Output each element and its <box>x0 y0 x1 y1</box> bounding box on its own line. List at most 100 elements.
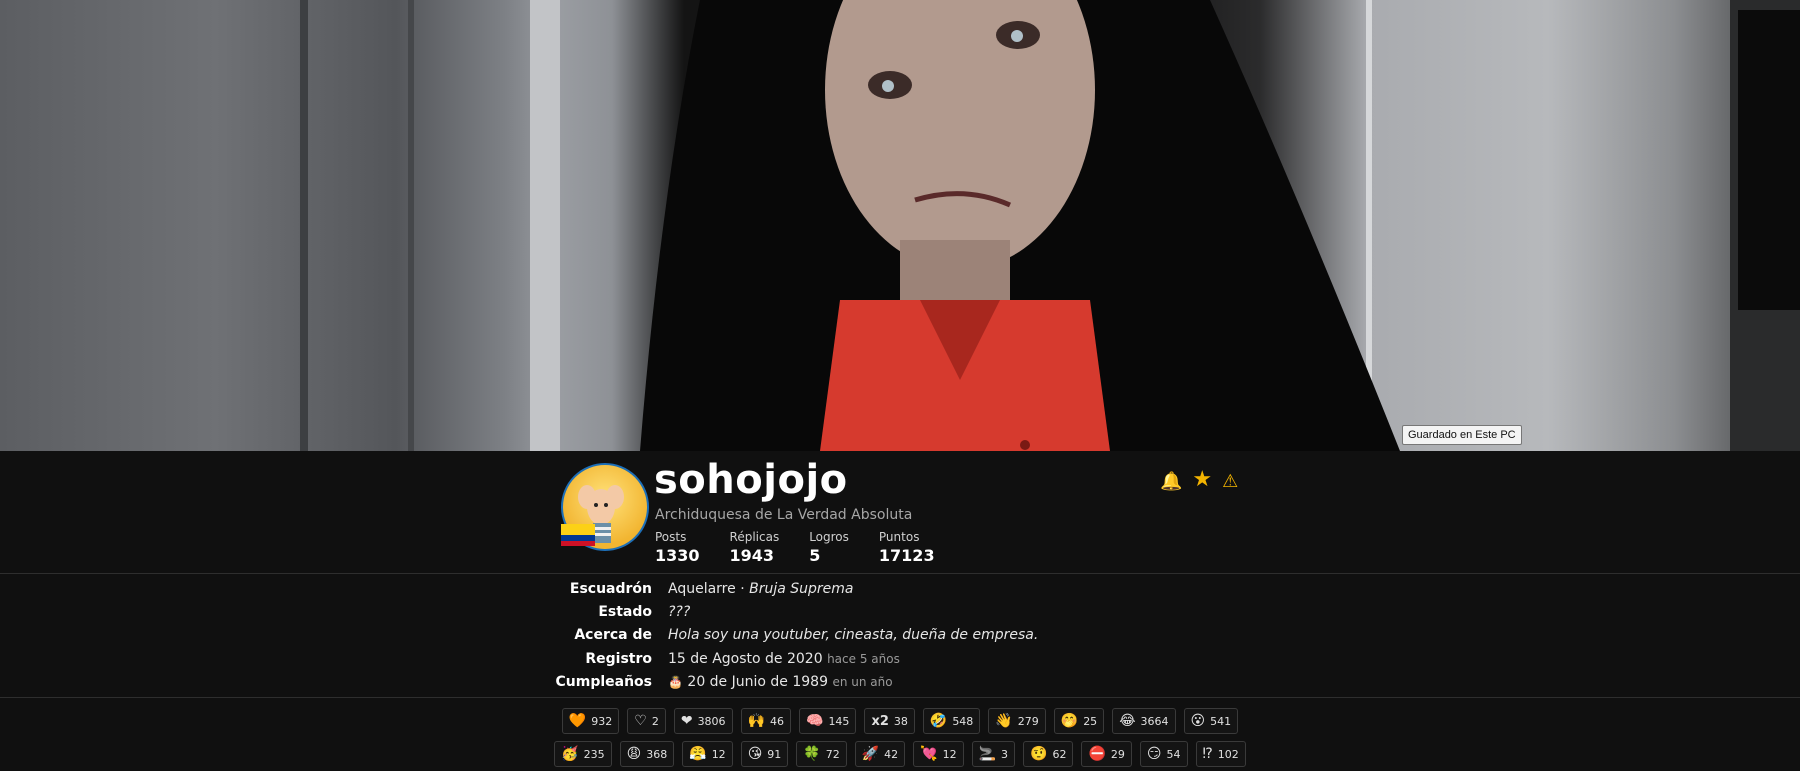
rofl-icon: 🤣 <box>929 713 948 729</box>
reaction-chip[interactable]: 🚀 42 <box>854 741 906 767</box>
registro-date: 15 de Agosto de 2020 <box>668 651 823 667</box>
smirk-icon: 😏 <box>1146 746 1162 762</box>
stat-value: 17123 <box>878 546 935 565</box>
astonished-icon: 😮 <box>1190 713 1206 729</box>
reaction-count: 235 <box>583 747 605 761</box>
reactions-row-1: 🧡 932 ♡ 2 ❤ 3806 🙌 46 🧠 145 x2 38 🤣 548 👋 279 🤭 25 😂 3664 😮 5… <box>0 708 1800 734</box>
reaction-chip[interactable]: ♡ 2 <box>627 708 666 734</box>
reaction-chip[interactable]: ⛔ 29 <box>1081 741 1132 767</box>
reaction-chip[interactable]: x2 38 <box>864 708 915 734</box>
reaction-chip[interactable]: 😮 541 <box>1183 708 1239 734</box>
reaction-chip[interactable]: 👋 279 <box>988 708 1046 734</box>
username: sohojojo <box>654 457 848 503</box>
reaction-chip[interactable]: 🤨 62 <box>1023 741 1074 767</box>
no-entry-icon: ⛔ <box>1088 746 1106 762</box>
reaction-count: 42 <box>884 747 899 761</box>
profile-info: Escuadrón Aquelarre · Bruja Suprema Esta… <box>0 574 1800 698</box>
kiss-face-icon: 😘 <box>747 746 763 762</box>
reaction-chip[interactable]: 😏 54 <box>1139 741 1188 767</box>
birthday-date: 20 de Junio de 1989 <box>687 674 828 690</box>
stat-puntos[interactable]: Puntos 17123 <box>879 530 935 565</box>
reaction-count: 548 <box>952 714 974 728</box>
banner-image <box>300 0 1800 451</box>
reaction-count: 46 <box>770 714 784 728</box>
user-title: Archiduquesa de La Verdad Absoluta <box>655 507 913 523</box>
reaction-chip[interactable]: 🚬 3 <box>971 741 1016 767</box>
flag-stripe-yellow <box>561 524 595 535</box>
reaction-count: 29 <box>1110 747 1125 761</box>
brain-icon: 🧠 <box>806 713 824 729</box>
birthday-relative: en un año <box>832 675 893 689</box>
reaction-chip[interactable]: 🥳 235 <box>554 741 612 767</box>
huffing-face-icon: 😤 <box>689 746 707 762</box>
x2-icon: x2 <box>871 713 889 729</box>
reaction-chip[interactable]: 🧠 145 <box>799 708 857 734</box>
squad-rank: Bruja Suprema <box>749 581 854 597</box>
reaction-chip[interactable]: 😤 12 <box>682 741 733 767</box>
info-value: Hola soy una youtuber, cineasta, dueña d… <box>668 627 1039 643</box>
bell-icon[interactable]: 🔔 <box>1160 471 1182 492</box>
star-icon[interactable]: ★ <box>1192 469 1212 492</box>
reaction-chip[interactable]: ❤ 3806 <box>673 708 733 734</box>
heart-arrow-icon: 💘 <box>920 746 938 762</box>
red-heart-icon: ❤ <box>680 713 693 729</box>
stats-bar: Posts 1330 Réplicas 1943 Logros 5 Puntos… <box>655 530 965 565</box>
stat-label: Puntos <box>878 530 920 544</box>
profile-header: sohojojo Archiduquesa de La Verdad Absol… <box>0 451 1800 574</box>
reaction-count: 62 <box>1052 747 1067 761</box>
reaction-chip[interactable]: 🤭 25 <box>1053 708 1105 734</box>
profile-banner: Guardado en Este PC <box>0 0 1800 451</box>
stat-value: 1943 <box>729 546 775 565</box>
stat-posts[interactable]: Posts 1330 <box>655 530 700 565</box>
stat-value: 5 <box>809 546 821 565</box>
reaction-chip[interactable]: 🤣 548 <box>922 708 981 734</box>
reaction-count: 102 <box>1217 747 1239 761</box>
reaction-chip[interactable]: 🍀 72 <box>796 741 847 767</box>
hand-over-mouth-icon: 🤭 <box>1060 713 1079 729</box>
info-label: Cumpleaños <box>555 674 652 690</box>
warning-icon[interactable]: ⚠ <box>1222 471 1238 492</box>
reaction-chip[interactable]: ⁉ 102 <box>1195 741 1246 767</box>
country-flag-icon <box>561 524 595 546</box>
stat-label: Posts <box>655 530 687 544</box>
reaction-chip[interactable]: 🧡 932 <box>561 708 620 734</box>
reaction-chip[interactable]: 💘 12 <box>913 741 964 767</box>
reaction-count: 541 <box>1210 714 1232 728</box>
reaction-count: 368 <box>646 747 668 761</box>
clover-icon: 🍀 <box>803 746 821 762</box>
stat-label: Logros <box>809 530 849 544</box>
saved-tooltip: Guardado en Este PC <box>1402 425 1522 445</box>
cigarette-icon: 🚬 <box>978 746 997 762</box>
stat-label: Réplicas <box>729 530 780 544</box>
flag-stripe-red <box>561 540 595 546</box>
raised-hands-icon: 🙌 <box>747 713 765 729</box>
reaction-chip[interactable]: 😘 91 <box>740 741 789 767</box>
weary-face-icon: 😩 <box>626 746 642 762</box>
raised-eyebrow-icon: 🤨 <box>1030 746 1048 762</box>
info-label: Estado <box>598 604 652 620</box>
squad-name[interactable]: Aquelarre · <box>668 581 745 597</box>
reaction-count: 54 <box>1166 747 1181 761</box>
reaction-chip[interactable]: 😩 368 <box>619 741 675 767</box>
reaction-count: 3664 <box>1140 714 1169 728</box>
reaction-count: 279 <box>1017 714 1039 728</box>
stat-value: 1330 <box>655 546 700 565</box>
stat-replicas[interactable]: Réplicas 1943 <box>730 530 780 565</box>
reactions-row-2: 🥳 235 😩 368 😤 12 😘 91 🍀 72 🚀 42 💘 12 🚬 3 🤨 62 ⛔ 29 😏 54 ⁉ 102 <box>0 741 1800 767</box>
registro-ago: hace 5 años <box>827 652 900 666</box>
profile-actions: 🔔 ★ ⚠ <box>1160 469 1238 493</box>
heart-outline-icon: ♡ <box>634 713 647 729</box>
rocket-icon: 🚀 <box>861 746 880 762</box>
orange-heart-icon: 🧡 <box>568 713 587 729</box>
reaction-chip[interactable]: 🙌 46 <box>740 708 791 734</box>
waving-hand-icon: 👋 <box>995 713 1013 729</box>
info-value: Aquelarre · Bruja Suprema <box>668 581 854 597</box>
reaction-count: 2 <box>651 714 659 728</box>
info-value: 🎂 20 de Junio de 1989 en un año <box>668 674 893 690</box>
stat-logros[interactable]: Logros 5 <box>809 530 849 565</box>
info-value: 15 de Agosto de 2020 hace 5 años <box>668 651 900 667</box>
reaction-count: 38 <box>893 714 908 728</box>
party-face-icon: 🥳 <box>561 746 579 762</box>
reaction-count: 72 <box>825 747 840 761</box>
reaction-chip[interactable]: 😂 3664 <box>1112 708 1176 734</box>
